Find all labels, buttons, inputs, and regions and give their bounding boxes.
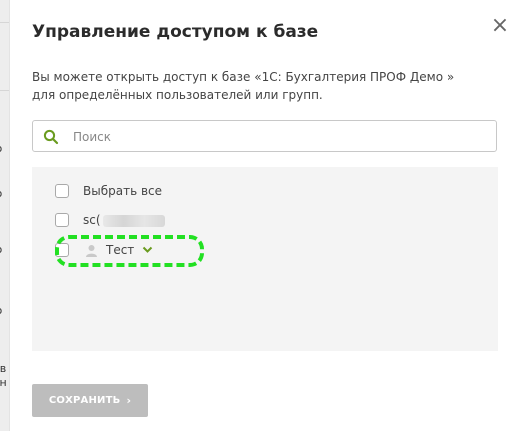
chevron-right-icon: › bbox=[126, 394, 132, 407]
background-divider bbox=[0, 22, 9, 23]
search-input[interactable] bbox=[71, 127, 485, 147]
dialog-description: Вы можете открыть доступ к базе «1С: Бух… bbox=[32, 70, 455, 102]
user-name: sc( bbox=[83, 213, 165, 227]
access-dialog: Управление доступом к базе × Вы можете о… bbox=[9, 0, 532, 431]
users-list-panel: Выбрать все sc( Тест bbox=[32, 167, 498, 351]
search-field[interactable] bbox=[32, 120, 497, 152]
redacted-text bbox=[102, 214, 165, 227]
close-button[interactable]: × bbox=[490, 14, 510, 38]
background-text-fragment: ю bbox=[0, 243, 9, 256]
user-checkbox[interactable] bbox=[55, 213, 69, 227]
search-icon bbox=[43, 129, 59, 145]
background-divider bbox=[0, 90, 9, 91]
list-item[interactable]: sc( bbox=[55, 210, 165, 230]
user-name-prefix: sc( bbox=[83, 213, 101, 227]
group-checkbox[interactable] bbox=[55, 243, 69, 257]
save-button[interactable]: СОХРАНИТЬ › bbox=[32, 384, 148, 417]
user-icon bbox=[86, 244, 97, 257]
group-row-test[interactable]: Тест bbox=[55, 240, 153, 260]
background-text-fragment: ю bbox=[0, 142, 9, 155]
background-text-fragment: ун bbox=[0, 376, 7, 389]
save-button-label: СОХРАНИТЬ bbox=[48, 395, 121, 406]
group-name: Тест bbox=[106, 243, 135, 257]
close-icon[interactable]: × bbox=[491, 13, 509, 38]
dialog-title: Управление доступом к базе bbox=[32, 22, 319, 42]
background-text-fragment: ю bbox=[0, 187, 9, 200]
select-all-label: Выбрать все bbox=[83, 184, 163, 198]
background-text-fragment: ов bbox=[0, 362, 7, 375]
select-all-checkbox[interactable] bbox=[55, 184, 69, 198]
select-all-row[interactable]: Выбрать все bbox=[55, 181, 162, 201]
background-text-fragment: ю bbox=[0, 304, 9, 317]
chevron-down-icon[interactable] bbox=[142, 246, 153, 254]
